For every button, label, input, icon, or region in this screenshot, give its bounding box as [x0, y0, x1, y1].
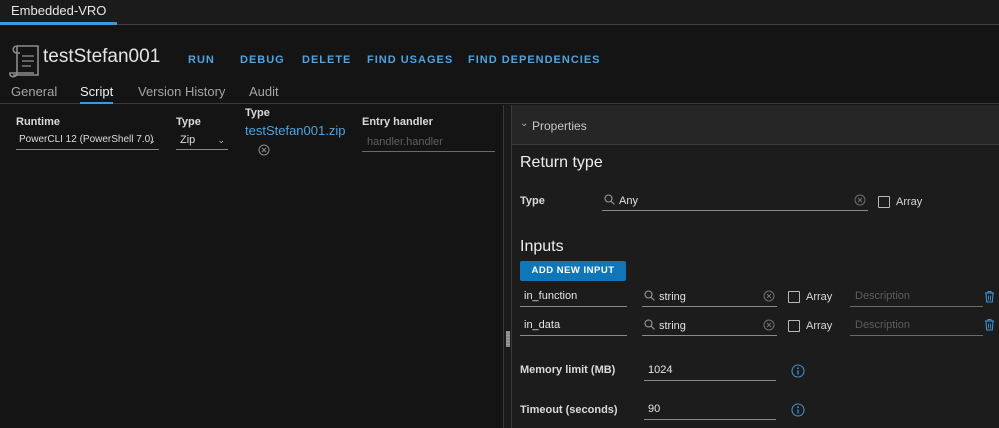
pane-splitter[interactable] — [503, 105, 512, 428]
input-type-field[interactable]: string — [642, 317, 777, 336]
input-name-field[interactable]: in_data — [520, 317, 627, 336]
input-type-field[interactable]: string — [642, 288, 777, 307]
file-type-label: Type — [245, 107, 270, 119]
zip-file-link[interactable]: testStefan001.zip — [245, 123, 345, 138]
input-array-label: Array — [806, 320, 833, 332]
input-name-field[interactable]: in_function — [520, 288, 627, 307]
top-bar: Embedded-VRO — [0, 0, 999, 25]
input-type-value: string — [659, 291, 686, 303]
memory-limit-label: Memory limit (MB) — [520, 364, 616, 376]
return-type-field[interactable]: Any — [602, 192, 868, 211]
trash-icon[interactable] — [984, 318, 995, 331]
app-tab-embedded-vro[interactable]: Embedded-VRO — [0, 0, 118, 25]
script-document-icon — [9, 45, 39, 78]
clear-file-icon[interactable] — [258, 144, 270, 156]
search-icon — [604, 194, 615, 205]
workflow-title: testStefan001 — [43, 46, 161, 67]
entry-handler-label: Entry handler — [362, 116, 433, 128]
search-icon — [644, 290, 655, 301]
chevron-down-icon: ⌄ — [217, 135, 225, 145]
input-array-label: Array — [806, 291, 833, 303]
clear-icon[interactable] — [763, 319, 775, 331]
tab-audit[interactable]: Audit — [249, 84, 279, 104]
chevron-down-icon: ⌄ — [148, 135, 156, 145]
delete-button[interactable]: DELETE — [302, 54, 351, 66]
runtime-select[interactable]: PowerCLI 12 (PowerShell 7.0) ⌄ — [16, 133, 159, 150]
info-icon[interactable] — [791, 403, 805, 417]
entry-handler-input[interactable]: handler.handler — [362, 135, 495, 152]
inputs-heading: Inputs — [520, 238, 564, 255]
timeout-input[interactable]: 90 — [644, 401, 776, 420]
input-array-checkbox[interactable] — [788, 291, 800, 303]
return-type-label: Type — [520, 195, 545, 207]
info-icon[interactable] — [791, 364, 805, 378]
type-select[interactable]: Zip ⌄ — [176, 133, 228, 150]
clear-icon[interactable] — [854, 194, 866, 206]
trash-icon[interactable] — [984, 290, 995, 303]
clear-icon[interactable] — [763, 290, 775, 302]
find-usages-button[interactable]: FIND USAGES — [367, 54, 453, 66]
runtime-value: PowerCLI 12 (PowerShell 7.0) — [19, 134, 154, 145]
return-type-value: Any — [619, 195, 638, 207]
chevron-down-icon[interactable]: ⌄ — [520, 118, 528, 129]
debug-button[interactable]: DEBUG — [240, 54, 285, 66]
search-icon — [644, 319, 655, 330]
input-array-checkbox[interactable] — [788, 320, 800, 332]
timeout-label: Timeout (seconds) — [520, 404, 618, 416]
tab-script[interactable]: Script — [80, 84, 114, 104]
tab-version-history[interactable]: Version History — [138, 84, 225, 104]
runtime-label: Runtime — [16, 116, 60, 128]
add-new-input-button[interactable]: ADD NEW INPUT — [520, 261, 626, 281]
drag-handle-icon[interactable] — [506, 331, 510, 347]
return-array-checkbox[interactable] — [878, 196, 890, 208]
script-config-pane: Runtime PowerCLI 12 (PowerShell 7.0) ⌄ T… — [0, 105, 503, 428]
type-value: Zip — [180, 134, 196, 146]
return-type-heading: Return type — [520, 154, 603, 171]
tab-general[interactable]: General — [11, 84, 57, 104]
properties-title: Properties — [532, 119, 587, 133]
memory-limit-input[interactable]: 1024 — [644, 362, 776, 381]
find-dependencies-button[interactable]: FIND DEPENDENCIES — [468, 54, 601, 66]
type-label: Type — [176, 116, 201, 128]
input-description-field[interactable]: Description — [850, 317, 983, 336]
return-array-label: Array — [896, 196, 923, 208]
properties-header[interactable]: ⌄ Properties — [512, 105, 999, 145]
input-type-value: string — [659, 320, 686, 332]
input-description-field[interactable]: Description — [850, 288, 983, 307]
run-button[interactable]: RUN — [188, 54, 215, 66]
workflow-header: testStefan001 RUN DEBUG DELETE FIND USAG… — [0, 26, 999, 104]
properties-pane: ⌄ Properties Return type Type Any Array … — [512, 105, 999, 428]
